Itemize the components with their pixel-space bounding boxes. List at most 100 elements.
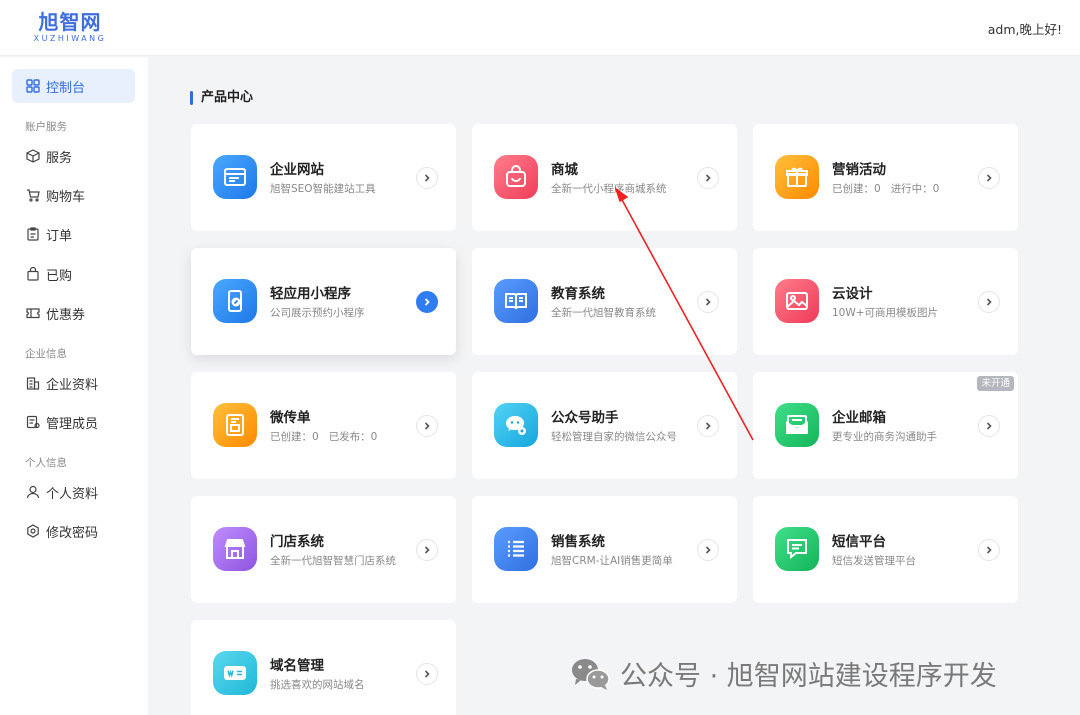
logo[interactable]: 旭智网 XUZHIWANG [30,10,110,44]
card-desc: 轻松管理自家的微信公众号 [551,431,677,443]
sidebar-item-personal-profile[interactable]: 个人资料 [12,475,135,509]
sidebar-item-label: 购物车 [46,189,86,205]
product-card-sales[interactable]: 销售系统 旭智CRM-让AI销售更简单 [472,496,737,603]
product-card-marketing[interactable]: 营销活动 已创建：0 进行中：0 [753,124,1018,231]
product-card-sms[interactable]: 短信平台 短信发送管理平台 [753,496,1018,603]
card-desc: 旭智SEO智能建站工具 [270,183,376,195]
sidebar-item-service[interactable]: 服务 [12,139,135,173]
card-desc: 全新一代小程序商城系统 [551,183,667,195]
section-title: 产品中心 [190,90,253,106]
chevron-right-icon[interactable] [416,415,438,437]
sidebar-item-password[interactable]: 修改密码 [12,514,135,548]
chevron-right-icon[interactable] [416,539,438,561]
status-badge: 未开通 [977,376,1014,391]
chevron-right-icon[interactable] [697,539,719,561]
product-card-domain[interactable]: 域名管理 挑选喜欢的网站域名 [191,620,456,715]
gift-icon [775,155,819,199]
chevron-right-icon[interactable] [978,539,1000,561]
top-bar: 旭智网 XUZHIWANG adm,晚上好! [0,0,1080,56]
card-desc: 全新一代旭智智慧门店系统 [270,555,396,567]
card-desc: 全新一代旭智教育系统 [551,307,656,319]
bag-icon [26,267,40,281]
card-stats: 已创建：0 进行中：0 [832,181,939,196]
card-title: 企业邮箱 [832,410,886,426]
chevron-right-icon[interactable] [978,415,1000,437]
sidebar-item-label: 企业资料 [46,377,99,393]
watermark-text: 公众号 · 旭智网站建设程序开发 [620,661,997,692]
section-label-company: 企业信息 [25,348,67,360]
chevron-right-icon[interactable] [416,167,438,189]
sidebar-item-purchased[interactable]: 已购 [12,257,135,291]
browser-icon [213,155,257,199]
member-card-icon [26,415,40,429]
sidebar-item-label: 修改密码 [46,525,99,541]
card-title: 企业网站 [270,162,324,178]
store-icon [213,527,257,571]
card-desc: 10W+可商用模板图片 [832,307,939,319]
sidebar-item-label: 已购 [46,268,73,284]
product-card-education[interactable]: 教育系统 全新一代旭智教育系统 [472,248,737,355]
product-card-email[interactable]: 未开通 企业邮箱 更专业的商务沟通助手 [753,372,1018,479]
sidebar-item-orders[interactable]: 订单 [12,217,135,251]
coupon-icon [26,306,40,320]
product-card-design[interactable]: 云设计 10W+可商用模板图片 [753,248,1018,355]
card-title: 公众号助手 [551,410,619,426]
sidebar-item-label: 服务 [46,150,73,166]
card-title: 短信平台 [832,534,886,550]
cart-icon [26,188,40,202]
product-card-mall[interactable]: 商城 全新一代小程序商城系统 [472,124,737,231]
product-card-official[interactable]: 公众号助手 轻松管理自家的微信公众号 [472,372,737,479]
watermark: 公众号 · 旭智网站建设程序开发 [570,654,997,693]
user-icon [26,485,40,499]
clipboard-icon [26,227,40,241]
sidebar-item-label: 个人资料 [46,486,99,502]
list-icon [494,527,538,571]
card-title: 轻应用小程序 [270,286,351,302]
sidebar-item-label: 控制台 [46,80,86,96]
sidebar-item-dashboard[interactable]: 控制台 [12,69,135,103]
chevron-right-icon[interactable] [697,415,719,437]
product-card-miniapp[interactable]: 轻应用小程序 公司展示预约小程序 [191,248,456,355]
annotation-arrow [614,187,754,441]
sidebar-item-members[interactable]: 管理成员 [12,405,135,439]
settings-icon [26,524,40,538]
wechat-icon [572,658,610,690]
grid-icon [26,79,40,93]
sidebar-item-label: 优惠券 [46,307,86,323]
card-desc: 短信发送管理平台 [832,555,916,567]
chevron-right-icon[interactable] [416,663,438,685]
book-icon [494,279,538,323]
chevron-right-icon[interactable] [697,167,719,189]
message-icon [775,527,819,571]
chevron-right-icon[interactable] [416,291,438,313]
user-greeting[interactable]: adm,晚上好! [988,19,1062,38]
section-label-personal: 个人信息 [25,457,67,469]
sidebar-item-cart[interactable]: 购物车 [12,178,135,212]
product-card-website[interactable]: 企业网站 旭智SEO智能建站工具 [191,124,456,231]
in-progress-count: 进行中：0 [890,183,940,195]
created-count: 已创建：0 [270,431,319,443]
phone-link-icon [213,279,257,323]
flyer-icon [213,403,257,447]
chevron-right-icon[interactable] [978,167,1000,189]
sidebar-item-coupons[interactable]: 优惠券 [12,296,135,330]
sidebar: 控制台 账户服务 服务 购物车 订单 已购 优惠券 企业信息 企业资料 管理成员… [0,57,148,715]
chevron-right-icon[interactable] [978,291,1000,313]
shopping-bag-icon [494,155,538,199]
card-desc: 旭智CRM-让AI销售更简单 [551,555,673,567]
card-desc: 更专业的商务沟通助手 [832,431,937,443]
card-stats: 已创建：0 已发布：0 [270,429,377,444]
card-title: 域名管理 [270,658,324,674]
card-title: 门店系统 [270,534,324,550]
created-count: 已创建：0 [832,183,881,195]
image-icon [775,279,819,323]
sidebar-item-company-profile[interactable]: 企业资料 [12,366,135,400]
section-label-account: 账户服务 [25,121,67,133]
card-title: 营销活动 [832,162,886,178]
product-card-weidan[interactable]: 微传单 已创建：0 已发布：0 [191,372,456,479]
card-title: 商城 [551,162,578,178]
chevron-right-icon[interactable] [697,291,719,313]
mail-icon [775,403,819,447]
product-card-store[interactable]: 门店系统 全新一代旭智智慧门店系统 [191,496,456,603]
card-title: 云设计 [832,286,873,302]
